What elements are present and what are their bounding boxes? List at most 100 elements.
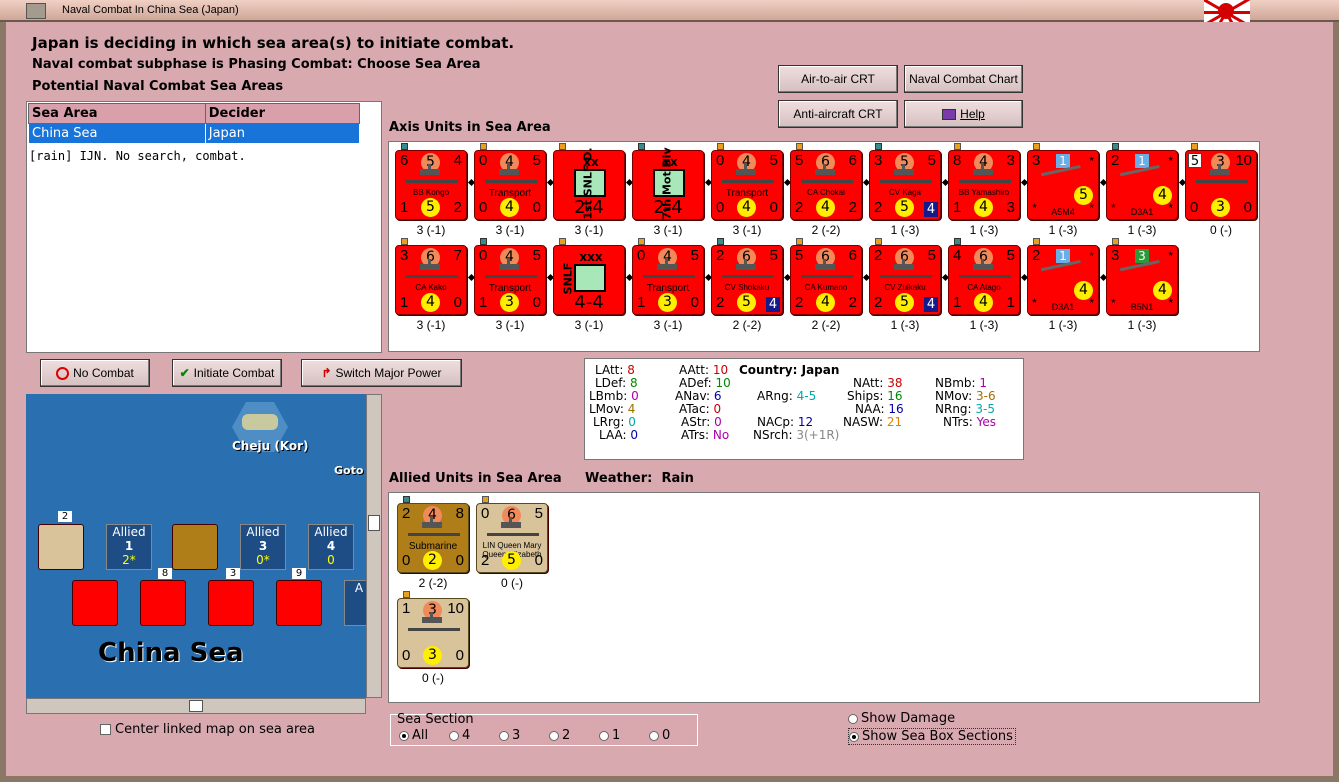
- unit-name: CV Kaga: [888, 188, 922, 197]
- unit-stat-d: 0: [453, 294, 462, 311]
- unit-stat-d: 0: [455, 552, 464, 569]
- sea-box-partial[interactable]: A: [344, 580, 366, 626]
- map-vertical-scrollbar[interactable]: [366, 394, 382, 698]
- center-map-checkbox[interactable]: Center linked map on sea area: [100, 722, 315, 737]
- map-counter-axis[interactable]: [208, 580, 254, 626]
- unit-counter[interactable]: 5 6 6 CA Chokai 2 4 2: [790, 150, 862, 220]
- unit-counter[interactable]: xx 1st SNLF D. 2-4: [553, 147, 625, 220]
- switch-major-power-button[interactable]: ↱ Switch Major Power: [301, 359, 462, 387]
- map-counter-axis[interactable]: [276, 580, 322, 626]
- initiate-combat-button[interactable]: ✔ Initiate Combat: [172, 359, 282, 387]
- unit-marker-icon: [1191, 143, 1198, 150]
- unit-counter[interactable]: 0 4 5 Transport 1 3 0: [632, 245, 704, 315]
- unit-counter[interactable]: 5 3 10 0 3 0: [1185, 150, 1257, 220]
- naval-combat-chart-button[interactable]: Naval Combat Chart: [904, 65, 1023, 93]
- unit-counter[interactable]: 8 4 3 BB Yamashiro 1 4 3: [948, 150, 1020, 220]
- unit-counter[interactable]: 0 4 5 Transport 0 4 0: [711, 150, 783, 220]
- unit-counter[interactable]: 2 6 5 CV Zuikaku 2 5 4: [869, 245, 941, 315]
- weather-label: Weather: Rain: [585, 471, 694, 486]
- unit-counter[interactable]: 4 6 5 CA Atago 1 4 1: [948, 245, 1020, 315]
- unit-stat-attack: 4: [953, 247, 962, 264]
- stat-nasw: 21: [886, 415, 903, 429]
- air-to-air-crt-button[interactable]: Air-to-air CRT: [778, 65, 898, 93]
- air-squadron-badge: 1: [1056, 154, 1070, 168]
- unit-counter[interactable]: 1 3 10 0 3 0: [397, 598, 469, 668]
- stat-lbmb: 0: [631, 389, 639, 403]
- sea-section-all[interactable]: All: [399, 728, 428, 743]
- system-menu-icon[interactable]: [26, 3, 46, 19]
- sea-section-0[interactable]: 0: [649, 728, 670, 743]
- unit-name: B5N1: [1130, 302, 1154, 312]
- stack-count: 2: [58, 511, 72, 522]
- unit-stat-d: 0: [769, 199, 778, 216]
- map-horizontal-scrollbar[interactable]: [26, 698, 366, 714]
- sea-section-3[interactable]: 3: [499, 728, 520, 743]
- unit-counter[interactable]: 5 6 6 CA Kumano 2 4 2: [790, 245, 862, 315]
- ship-icon: [643, 259, 695, 278]
- linked-map[interactable]: Cheju (Kor) Goto 2 Allied 1 2* Allied 3 0* A…: [26, 394, 366, 698]
- cell-sea-area[interactable]: China Sea: [28, 123, 206, 144]
- air-squadron-badge: 3: [1135, 249, 1149, 263]
- unit-name: BB Kongo: [412, 188, 450, 197]
- sea-box-1[interactable]: Allied 1 2*: [106, 524, 152, 570]
- unit-counter[interactable]: 3 3 * * * 4 B5N1: [1106, 245, 1178, 315]
- show-damage-radio[interactable]: Show Damage: [848, 711, 955, 726]
- unit-stat-yellow: 4: [737, 198, 756, 217]
- unit-counter[interactable]: xxx SNLF 4-4: [553, 245, 625, 315]
- unit-stat-yellow: 5: [895, 293, 914, 312]
- scroll-thumb[interactable]: [189, 700, 203, 712]
- unit-counter[interactable]: 2 6 5 CV Shokaku 2 5 4: [711, 245, 783, 315]
- unit-stat-attack: 2: [1032, 247, 1041, 264]
- help-button[interactable]: Help: [904, 100, 1023, 128]
- unit-stat-c: 2: [874, 199, 883, 216]
- unit-stat-yellow: 5: [502, 551, 521, 570]
- unit-counter[interactable]: 2 1 * * * 4 D3A1: [1027, 245, 1099, 315]
- unit-stat-b: 7: [453, 247, 462, 264]
- ship-icon: [959, 164, 1011, 183]
- unit-counter[interactable]: 6 5 4 BB Kongo 1 5 2: [395, 150, 467, 220]
- checkbox[interactable]: [100, 724, 111, 735]
- sea-box-4[interactable]: Allied 4 0: [308, 524, 354, 570]
- rising-sun-flag-icon: [1204, 0, 1250, 22]
- map-counter-axis[interactable]: [72, 580, 118, 626]
- unit-name: CA Kako: [415, 283, 447, 292]
- stat-arng: 4-5: [796, 389, 817, 403]
- unit-counter[interactable]: 0 4 5 Transport 0 4 0: [474, 150, 546, 220]
- unit-name: CA Chokai: [807, 188, 845, 197]
- ship-icon: [880, 259, 932, 278]
- no-entry-icon: [56, 366, 70, 380]
- unit-stat-c: 0: [402, 552, 411, 569]
- unit-marker-icon: [638, 238, 645, 245]
- ship-icon: [485, 259, 537, 278]
- cell-decider[interactable]: Japan: [204, 123, 361, 144]
- unit-counter[interactable]: xx 7th Mot Div 2-4: [632, 147, 704, 220]
- map-label-goto: Goto: [334, 464, 364, 477]
- unit-counter[interactable]: 2 1 * * * 4 D3A1: [1106, 150, 1178, 220]
- col-decider[interactable]: Decider: [204, 103, 361, 124]
- unit-stat-yellow: 5: [421, 198, 440, 217]
- unit-name: BB Yamashiro: [958, 188, 1010, 197]
- sea-section-4[interactable]: 4: [449, 728, 470, 743]
- unit-marker-icon: [482, 496, 489, 503]
- sea-section-2[interactable]: 2: [549, 728, 570, 743]
- unit-counter[interactable]: 2 4 8 Submarine 0 2 0: [397, 503, 469, 573]
- table-row[interactable]: China Sea Japan: [28, 123, 361, 144]
- unit-caption: 1 (-3): [1127, 318, 1157, 332]
- unit-counter[interactable]: 0 6 5 LIN Queen Mary Queen Elizabeth 2 5 0: [476, 503, 548, 573]
- unit-counter[interactable]: 3 5 5 CV Kaga 2 5 4: [869, 150, 941, 220]
- stat-aatt: 10: [712, 363, 729, 377]
- map-counter-allied[interactable]: [38, 524, 84, 570]
- map-counter-submarine[interactable]: [172, 524, 218, 570]
- unit-counter[interactable]: 3 1 * * * 5 A5M4: [1027, 150, 1099, 220]
- show-sea-box-sections-radio[interactable]: Show Sea Box Sections: [848, 728, 1016, 745]
- no-combat-button[interactable]: No Combat: [40, 359, 150, 387]
- sea-box-3[interactable]: Allied 3 0*: [240, 524, 286, 570]
- unit-counter[interactable]: 3 6 7 CA Kako 1 4 0: [395, 245, 467, 315]
- sea-section-1[interactable]: 1: [599, 728, 620, 743]
- anti-aircraft-crt-button[interactable]: Anti-aircraft CRT: [778, 100, 898, 128]
- unit-counter[interactable]: 0 4 5 Transport 1 3 0: [474, 245, 546, 315]
- col-sea-area[interactable]: Sea Area: [28, 103, 206, 124]
- scroll-thumb[interactable]: [368, 515, 380, 531]
- unit-caption: 3 (-1): [653, 223, 683, 237]
- map-counter-axis[interactable]: [140, 580, 186, 626]
